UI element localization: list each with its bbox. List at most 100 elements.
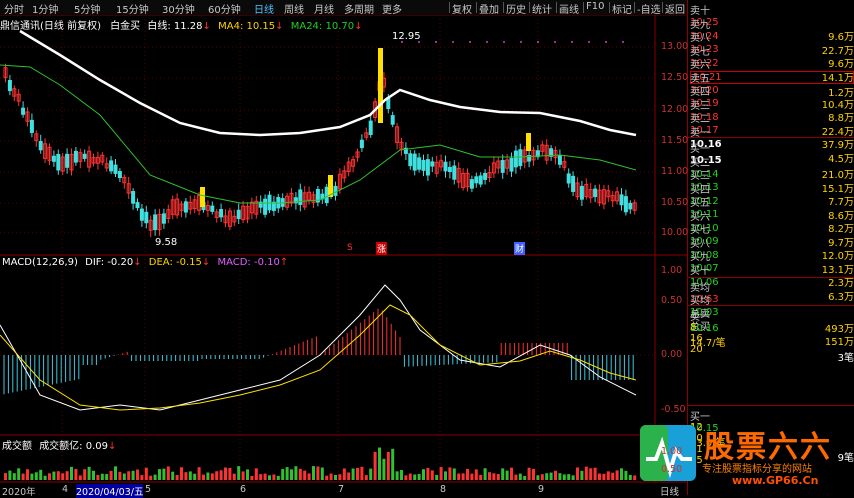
price-tick: 11.00 xyxy=(661,166,689,177)
volume-bar xyxy=(114,466,117,480)
volume-tick: 0.50 xyxy=(661,464,683,475)
volume-bar xyxy=(457,473,461,480)
bid-row: 买三 10.13 7.7万 xyxy=(690,167,854,208)
volume-bar xyxy=(554,470,557,480)
toolbar-button-6[interactable]: 标记 xyxy=(612,1,632,16)
candle xyxy=(447,161,452,179)
candle xyxy=(469,175,474,193)
toolbar-separator xyxy=(529,2,530,13)
period-tab-5[interactable]: 60分钟 xyxy=(208,1,241,16)
volume-bar xyxy=(527,467,531,480)
ask-row: 卖五 10.20 10.4万 xyxy=(690,70,854,111)
candle xyxy=(571,171,576,197)
toolbar-separator xyxy=(662,2,663,13)
candle xyxy=(271,195,276,216)
marker-s: S xyxy=(347,243,353,253)
period-tab-10[interactable]: 更多 xyxy=(382,1,402,16)
volume-bar xyxy=(483,468,487,480)
candle xyxy=(623,189,628,216)
volume-bar xyxy=(329,473,333,480)
volume-bar xyxy=(620,468,623,480)
volume-bar xyxy=(562,474,566,480)
candle xyxy=(263,194,268,218)
volume-bar xyxy=(48,473,51,480)
ask-row: 卖二 10.17 37.9万 xyxy=(690,110,854,151)
volume-bar xyxy=(144,467,148,480)
bid-row: 买二 10.14 15.1万 xyxy=(690,154,854,195)
candle xyxy=(249,197,254,220)
period-tab-0[interactable]: 分时 xyxy=(4,1,24,16)
candle xyxy=(122,174,127,189)
volume-bar xyxy=(501,468,505,480)
candle xyxy=(395,122,400,150)
volume-bar xyxy=(584,466,588,480)
toolbar-button-5[interactable]: F10 xyxy=(586,1,604,12)
candle xyxy=(153,209,158,236)
volume-bar xyxy=(109,470,113,480)
candle xyxy=(47,143,52,166)
volume-bar xyxy=(307,473,311,480)
volume-bar xyxy=(593,467,597,480)
volume-bar xyxy=(254,468,258,480)
candle xyxy=(500,154,505,179)
period-tab-7[interactable]: 周线 xyxy=(284,1,304,16)
volume-legend: 成交额 成交额亿: 0.09↓ xyxy=(2,441,117,452)
candle xyxy=(593,184,598,203)
volume-bar xyxy=(39,469,43,480)
signal-bar xyxy=(526,133,531,151)
date-tick: 2020年 xyxy=(2,487,36,498)
candle xyxy=(16,89,21,107)
period-tab-1[interactable]: 1分钟 xyxy=(32,1,58,16)
volume-bar xyxy=(461,473,465,480)
candle xyxy=(78,148,83,169)
volume-bar xyxy=(162,468,166,480)
period-tab-9[interactable]: 多周期 xyxy=(344,1,374,16)
candle xyxy=(12,85,17,102)
volume-bar xyxy=(624,470,628,480)
buy-avg-row: 买均 10.03 总买 151万 xyxy=(690,292,854,348)
candle xyxy=(3,63,8,83)
volume-bar xyxy=(224,467,227,480)
volume-bar xyxy=(298,468,302,480)
period-tab-4[interactable]: 30分钟 xyxy=(162,1,195,16)
signal-bar xyxy=(200,187,205,207)
volume-bar xyxy=(281,469,285,480)
volume-bar xyxy=(439,467,443,480)
volume-bar xyxy=(241,471,245,480)
volume-bar xyxy=(228,467,232,480)
toolbar-button-7[interactable]: -自选 xyxy=(637,1,661,16)
candle xyxy=(606,184,611,202)
macd-dif: DIF: -0.20 xyxy=(85,257,134,268)
bid-row: 买一 10.15 21.0万 xyxy=(690,140,854,181)
candle xyxy=(82,149,87,162)
period-tab-3[interactable]: 15分钟 xyxy=(116,1,149,16)
candle xyxy=(346,157,351,177)
toolbar-button-3[interactable]: 统计 xyxy=(532,1,552,16)
macd-title: MACD(12,26,9) xyxy=(2,257,78,268)
volume-bar xyxy=(250,475,254,480)
volume-bar xyxy=(193,473,197,480)
volume-value: 成交额亿: 0.09 xyxy=(39,441,109,452)
volume-bar xyxy=(215,471,219,480)
period-tab-2[interactable]: 5分钟 xyxy=(74,1,100,16)
candle xyxy=(100,152,105,166)
toolbar-button-0[interactable]: 复权 xyxy=(452,1,472,16)
marker-cai: 财 xyxy=(514,242,526,255)
toolbar-button-8[interactable]: 返回 xyxy=(665,1,685,16)
candle xyxy=(21,101,26,118)
volume-bar xyxy=(30,473,34,480)
candle xyxy=(425,153,430,181)
candle xyxy=(487,165,492,183)
period-tab-8[interactable]: 月线 xyxy=(314,1,334,16)
sell1-detail-row: 卖一 10.16 14.7/笔 3笔 xyxy=(690,308,854,364)
queue-item: 20 xyxy=(690,344,703,355)
signal-bar xyxy=(378,48,383,123)
period-tab-6[interactable]: 日线 xyxy=(254,1,274,16)
volume-bar xyxy=(576,467,579,480)
ask-row: 卖一 10.16 4.5万 xyxy=(690,124,854,165)
toolbar-button-2[interactable]: 历史 xyxy=(506,1,526,16)
toolbar-button-4[interactable]: 画线 xyxy=(559,1,579,16)
volume-bar xyxy=(540,474,544,480)
candle xyxy=(166,204,171,224)
toolbar-button-1[interactable]: 叠加 xyxy=(479,1,499,16)
